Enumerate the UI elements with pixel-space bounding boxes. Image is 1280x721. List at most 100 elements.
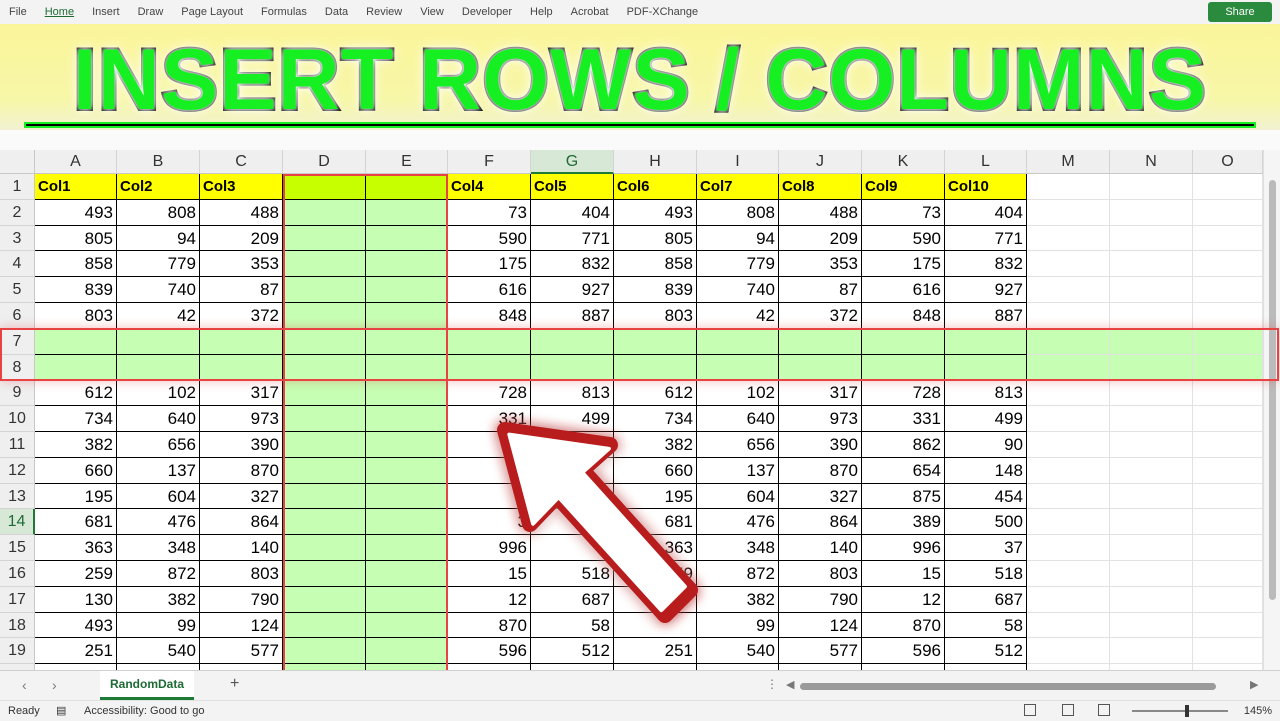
cell-m6[interactable]: [1027, 303, 1110, 329]
cell-c9[interactable]: 317: [200, 380, 283, 407]
ribbon-tab-view[interactable]: View: [411, 6, 453, 18]
cell-f4[interactable]: 175: [448, 251, 531, 278]
cell-f17[interactable]: 12: [448, 586, 531, 613]
row-header-15[interactable]: 15: [0, 535, 35, 561]
cell-o11[interactable]: [1193, 432, 1263, 458]
cell-g3[interactable]: 771: [531, 225, 614, 252]
cell-d14[interactable]: [283, 509, 366, 536]
select-all-corner[interactable]: [0, 150, 35, 174]
cell-i17[interactable]: 382: [697, 586, 779, 613]
cell-m14[interactable]: [1027, 509, 1110, 536]
ribbon-tab-acrobat[interactable]: Acrobat: [562, 6, 618, 18]
cell-j10[interactable]: 973: [779, 406, 862, 432]
cell-m2[interactable]: [1027, 199, 1110, 226]
cell-n4[interactable]: [1110, 251, 1193, 278]
cell-i14[interactable]: 476: [697, 509, 779, 536]
cell-e14[interactable]: [366, 509, 448, 536]
cell-k12[interactable]: 654: [862, 457, 945, 484]
cell-d12[interactable]: [283, 457, 366, 484]
column-header-o[interactable]: O: [1193, 150, 1263, 174]
cell-c5[interactable]: 87: [200, 277, 283, 303]
row-header-19[interactable]: 19: [0, 638, 35, 665]
cell-i1[interactable]: Col7: [697, 174, 779, 200]
cell-b9[interactable]: 102: [117, 380, 200, 407]
cell-j15[interactable]: 140: [779, 535, 862, 561]
row-header-16[interactable]: 16: [0, 561, 35, 587]
cell-d2[interactable]: [283, 199, 366, 226]
cell-b11[interactable]: 656: [117, 432, 200, 458]
cell-k16[interactable]: 15: [862, 561, 945, 587]
cell-j1[interactable]: Col8: [779, 174, 862, 200]
cell-a2[interactable]: 493: [35, 199, 117, 226]
column-header-b[interactable]: B: [117, 150, 200, 174]
cell-l13[interactable]: 454: [945, 483, 1027, 510]
cell-a18[interactable]: 493: [35, 612, 117, 639]
cell-m5[interactable]: [1027, 277, 1110, 303]
cell-a1[interactable]: Col1: [35, 174, 117, 200]
cell-h11[interactable]: 382: [614, 432, 697, 458]
cell-h10[interactable]: 734: [614, 406, 697, 432]
cell-b1[interactable]: Col2: [117, 174, 200, 200]
cell-n11[interactable]: [1110, 432, 1193, 458]
cell-n1[interactable]: [1110, 174, 1193, 200]
cell-k7[interactable]: [862, 328, 945, 355]
cell-g11[interactable]: [531, 432, 614, 458]
cell-m15[interactable]: [1027, 535, 1110, 561]
cell-g9[interactable]: 813: [531, 380, 614, 407]
cell-h4[interactable]: 858: [614, 251, 697, 278]
cell-c3[interactable]: 209: [200, 225, 283, 252]
cell-i7[interactable]: [697, 328, 779, 355]
cell-f15[interactable]: 996: [448, 535, 531, 561]
cell-g13[interactable]: 54: [531, 483, 614, 510]
cell-c13[interactable]: 327: [200, 483, 283, 510]
cell-a7[interactable]: [35, 328, 117, 355]
cell-g8[interactable]: [531, 354, 614, 381]
cell-f8[interactable]: [448, 354, 531, 381]
cell-f19[interactable]: 596: [448, 638, 531, 665]
cell-j16[interactable]: 803: [779, 561, 862, 587]
cell-o19[interactable]: [1193, 638, 1263, 665]
cell-d1[interactable]: [283, 174, 366, 200]
row-header-4[interactable]: 4: [0, 251, 35, 278]
cell-g4[interactable]: 832: [531, 251, 614, 278]
cell-i11[interactable]: 656: [697, 432, 779, 458]
cell-l4[interactable]: 832: [945, 251, 1027, 278]
cell-f6[interactable]: 848: [448, 303, 531, 329]
cell-b4[interactable]: 779: [117, 251, 200, 278]
column-header-e[interactable]: E: [366, 150, 448, 174]
cell-a6[interactable]: 803: [35, 303, 117, 329]
formula-bar[interactable]: [0, 130, 1280, 151]
cell-i3[interactable]: 94: [697, 225, 779, 252]
cell-g17[interactable]: 687: [531, 586, 614, 613]
cell-h14[interactable]: 681: [614, 509, 697, 536]
ribbon-tab-draw[interactable]: Draw: [129, 6, 173, 18]
cell-j5[interactable]: 87: [779, 277, 862, 303]
cell-m9[interactable]: [1027, 380, 1110, 407]
cell-g7[interactable]: [531, 328, 614, 355]
ribbon-tab-home[interactable]: Home: [36, 6, 83, 18]
cell-b7[interactable]: [117, 328, 200, 355]
cell-l10[interactable]: 499: [945, 406, 1027, 432]
row-header-14[interactable]: 14: [0, 509, 35, 536]
cell-l1[interactable]: Col10: [945, 174, 1027, 200]
cell-j6[interactable]: 372: [779, 303, 862, 329]
cell-g15[interactable]: [531, 535, 614, 561]
cell-n17[interactable]: [1110, 586, 1193, 613]
vertical-scroll-thumb[interactable]: [1269, 180, 1276, 600]
cell-c4[interactable]: 353: [200, 251, 283, 278]
cell-b5[interactable]: 740: [117, 277, 200, 303]
column-header-k[interactable]: K: [862, 150, 945, 174]
cell-n16[interactable]: [1110, 561, 1193, 587]
normal-view-icon[interactable]: [1024, 704, 1036, 716]
cell-h16[interactable]: 259: [614, 561, 697, 587]
cell-a10[interactable]: 734: [35, 406, 117, 432]
column-header-j[interactable]: J: [779, 150, 862, 174]
cell-h7[interactable]: [614, 328, 697, 355]
cell-b19[interactable]: 540: [117, 638, 200, 665]
cell-m17[interactable]: [1027, 586, 1110, 613]
cell-e16[interactable]: [366, 561, 448, 587]
cell-n15[interactable]: [1110, 535, 1193, 561]
cell-i12[interactable]: 137: [697, 457, 779, 484]
cell-c16[interactable]: 803: [200, 561, 283, 587]
cell-b17[interactable]: 382: [117, 586, 200, 613]
